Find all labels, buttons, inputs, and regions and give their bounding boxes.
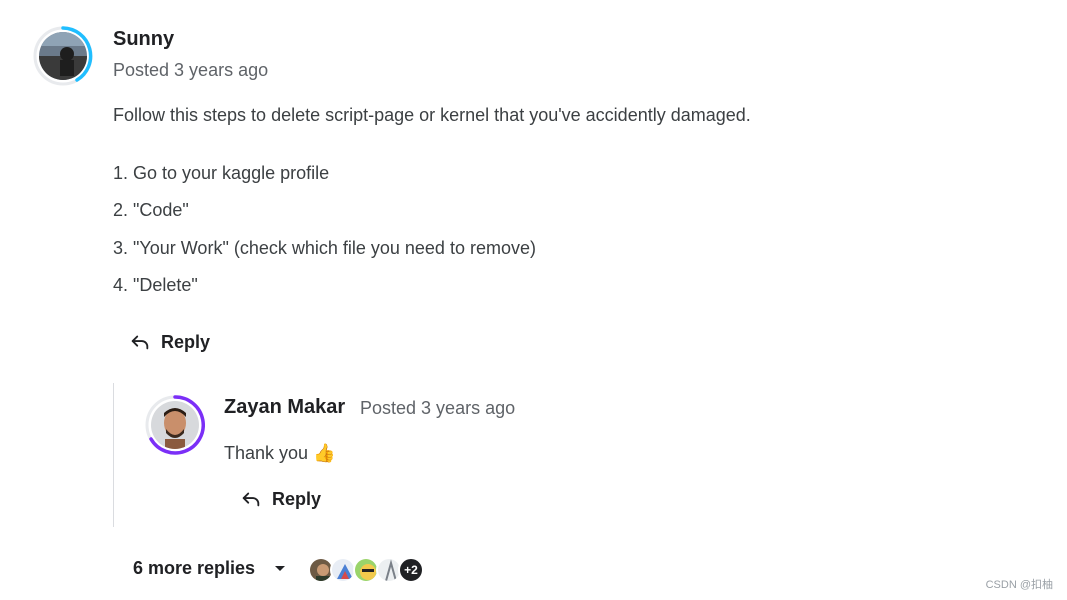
comment-step-4: 4. "Delete"	[113, 275, 198, 295]
chevron-down-icon	[275, 566, 286, 571]
more-replies-toggle[interactable]: 6 more replies	[133, 558, 286, 579]
reply-label: Reply	[272, 488, 322, 509]
more-repliers-count: +2	[398, 557, 424, 583]
sunny-avatar[interactable]	[33, 26, 93, 86]
reply-arrow-icon	[131, 335, 149, 350]
reply-author[interactable]: Zayan Makar	[224, 396, 345, 419]
comment-step-1: 1. Go to your kaggle profile	[113, 163, 330, 183]
comment-reply-button[interactable]: Reply	[129, 331, 210, 353]
comment-step-3: 3. "Your Work" (check which file you nee…	[113, 238, 536, 258]
sunny-avatar-image	[39, 32, 87, 80]
thread-divider	[113, 383, 114, 527]
comment-author[interactable]: Sunny	[113, 28, 174, 51]
comment-step-2: 2. "Code"	[113, 200, 189, 220]
comment-intro: Follow this steps to delete script-page …	[113, 105, 751, 125]
reply-arrow-icon	[242, 492, 260, 507]
comment-posted-time: Posted 3 years ago	[113, 60, 269, 80]
more-replies-label: 6 more replies	[133, 558, 256, 578]
zayan-avatar-image	[151, 401, 199, 449]
nested-reply-button[interactable]: Reply	[240, 488, 321, 510]
reply-text: Thank you 👍	[224, 443, 336, 463]
zayan-avatar[interactable]	[145, 395, 205, 455]
reply-label: Reply	[161, 331, 211, 352]
reply-posted-time: Posted 3 years ago	[360, 398, 516, 418]
watermark: CSDN @扣柚	[985, 579, 1053, 591]
